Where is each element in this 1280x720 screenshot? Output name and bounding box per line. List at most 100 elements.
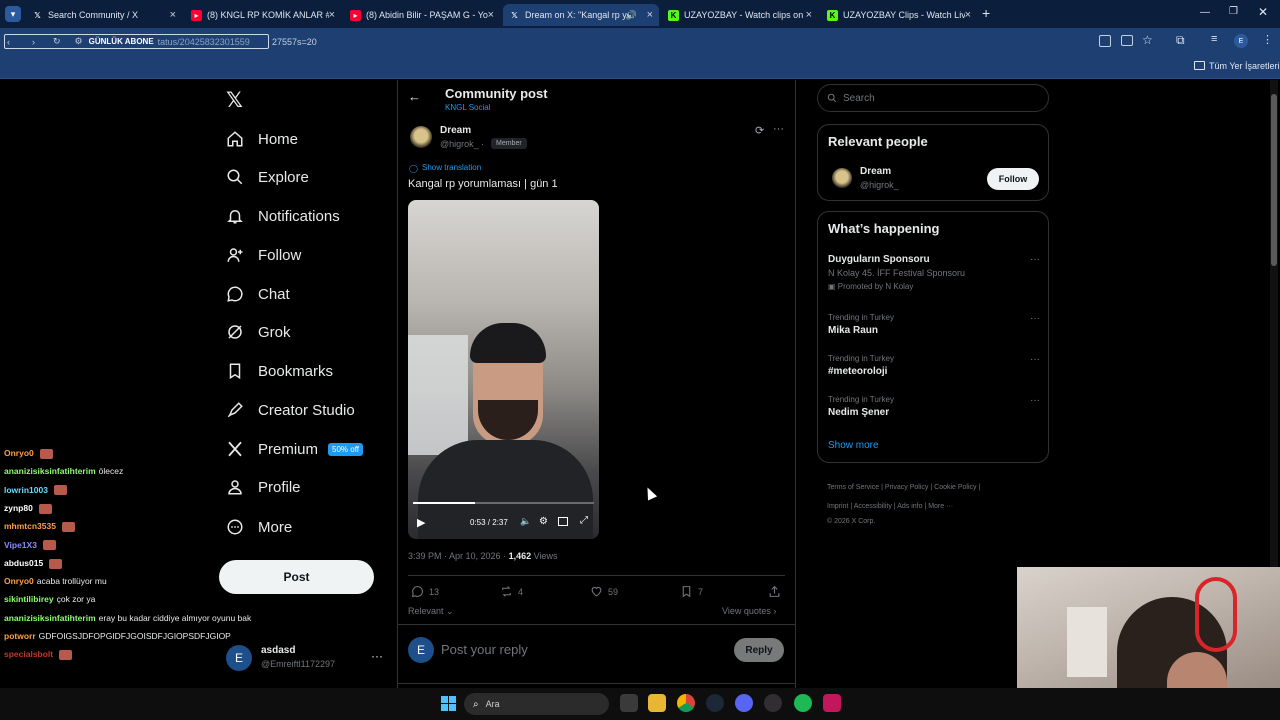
back-arrow-icon[interactable]: ← bbox=[408, 89, 421, 104]
browser-tab[interactable]: 𝕏 Search Community / X × bbox=[26, 4, 182, 26]
app-icon[interactable] bbox=[823, 694, 841, 712]
close-tab-icon[interactable]: × bbox=[806, 9, 812, 21]
post-button[interactable]: Post bbox=[219, 560, 374, 594]
view-quotes-link[interactable]: View quotes › bbox=[722, 606, 776, 616]
discord-icon[interactable] bbox=[735, 694, 753, 712]
nav-bookmarks[interactable]: Bookmarks bbox=[226, 356, 333, 386]
trend-more-icon[interactable]: ··· bbox=[1030, 395, 1040, 406]
sort-relevant-dropdown[interactable]: Relevant ⌄ bbox=[408, 606, 454, 617]
footer-link[interactable]: Terms of Service bbox=[827, 484, 879, 491]
close-tab-icon[interactable]: × bbox=[488, 9, 494, 21]
show-translation-link[interactable]: Show translation bbox=[422, 163, 481, 172]
trend-more-icon[interactable]: ··· bbox=[1030, 354, 1040, 365]
site-info-icon[interactable]: ⚙ bbox=[75, 36, 83, 47]
footer-link[interactable]: Privacy Policy bbox=[885, 484, 929, 491]
author-handle[interactable]: @higrok_ · bbox=[440, 139, 484, 149]
speaker-icon[interactable]: 🔊 bbox=[626, 10, 637, 21]
close-window-icon[interactable]: ✕ bbox=[1258, 5, 1268, 19]
steam-icon[interactable] bbox=[706, 694, 724, 712]
close-tab-icon[interactable]: × bbox=[329, 9, 335, 21]
footer-link[interactable]: Cookie Policy bbox=[934, 484, 976, 491]
author-name[interactable]: Dream bbox=[440, 125, 471, 136]
star-icon[interactable]: ☆ bbox=[1142, 33, 1153, 47]
footer-link[interactable]: More ··· bbox=[928, 503, 953, 510]
minimize-icon[interactable]: — bbox=[1200, 7, 1210, 18]
profile-avatar-icon[interactable]: E bbox=[1234, 34, 1248, 48]
reading-list-icon[interactable]: ≡ bbox=[1211, 33, 1217, 45]
obs-icon[interactable] bbox=[764, 694, 782, 712]
reply-input[interactable]: Post your reply bbox=[441, 642, 721, 657]
footer-link[interactable]: Accessibility bbox=[854, 503, 892, 510]
account-switcher[interactable]: E asdasd @Emreiftl1172297 ··· bbox=[226, 645, 386, 677]
forward-icon[interactable]: › bbox=[32, 37, 35, 47]
settings-icon[interactable]: ⚙ bbox=[539, 516, 548, 527]
author-avatar[interactable] bbox=[410, 126, 432, 148]
follow-button[interactable]: Follow bbox=[987, 168, 1039, 190]
close-tab-icon[interactable]: × bbox=[170, 9, 176, 21]
nav-profile[interactable]: Profile bbox=[226, 472, 301, 502]
close-tab-icon[interactable]: × bbox=[965, 9, 971, 21]
play-icon[interactable]: ▶ bbox=[417, 516, 425, 529]
pip-icon[interactable] bbox=[558, 517, 568, 526]
nav-creator-studio[interactable]: Creator Studio bbox=[226, 395, 355, 425]
search-box[interactable]: Search bbox=[817, 84, 1049, 112]
reply-button[interactable]: Reply bbox=[734, 638, 784, 662]
browser-menu-icon[interactable]: ⋮ bbox=[1262, 33, 1273, 46]
community-link[interactable]: KNGL Social bbox=[445, 103, 491, 112]
browser-tab[interactable]: ▸ (8) Abidin Bilir - PAŞAM G - You × bbox=[344, 4, 500, 26]
all-bookmarks-link[interactable]: Tüm Yer İşaretleri bbox=[1209, 61, 1280, 71]
scrollbar-thumb[interactable] bbox=[1271, 94, 1277, 266]
nav-more[interactable]: More bbox=[226, 512, 292, 542]
address-field[interactable]: ‹ › ↻ ⚙ GÜNLÜK ABONE tatus/2042583230155… bbox=[4, 34, 269, 49]
new-tab-button[interactable]: + bbox=[982, 5, 990, 21]
nav-premium[interactable]: Premium 50% off bbox=[226, 434, 363, 464]
account-more-icon[interactable]: ··· bbox=[371, 649, 383, 663]
repost-action[interactable]: 4 bbox=[500, 585, 523, 598]
chrome-icon[interactable] bbox=[677, 694, 695, 712]
extensions-icon[interactable]: ⧉ bbox=[1176, 33, 1185, 48]
nav-chat[interactable]: Chat bbox=[226, 279, 290, 309]
tab-list-button[interactable]: ▾ bbox=[5, 6, 21, 22]
browser-tab-active[interactable]: 𝕏 Dream on X: "Kangal rp yor 🔊 × bbox=[503, 4, 659, 26]
video-player[interactable]: ▶ 0:53 / 2:37 🔈 ⚙ ⤢ bbox=[408, 200, 599, 539]
footer-link[interactable]: Imprint bbox=[827, 503, 848, 510]
trend-item[interactable]: Duyguların Sponsoru N Kolay 45. İFF Fest… bbox=[828, 254, 1040, 291]
back-icon[interactable]: ‹ bbox=[7, 37, 10, 47]
start-icon[interactable] bbox=[441, 696, 456, 711]
taskbar-search[interactable]: ⌕ Ara bbox=[464, 693, 609, 715]
trend-item[interactable]: Trending in Turkey #meteoroloji ··· bbox=[828, 354, 1040, 377]
task-view-icon[interactable] bbox=[620, 694, 638, 712]
translate-icon[interactable] bbox=[1099, 35, 1111, 47]
nav-explore[interactable]: Explore bbox=[226, 162, 309, 192]
show-more-link[interactable]: Show more bbox=[828, 440, 879, 451]
grok-explain-icon[interactable]: ⟳ bbox=[755, 124, 764, 137]
browser-tab[interactable]: K UZAYOZBAY Clips - Watch Live × bbox=[821, 4, 977, 26]
nav-follow[interactable]: Follow bbox=[226, 240, 301, 270]
nav-notifications[interactable]: Notifications bbox=[226, 201, 340, 231]
volume-icon[interactable]: 🔈 bbox=[520, 516, 531, 527]
person-name[interactable]: Dream bbox=[860, 166, 891, 177]
share-action[interactable] bbox=[768, 585, 786, 598]
nav-grok[interactable]: Grok bbox=[226, 317, 291, 347]
reload-icon[interactable]: ↻ bbox=[53, 36, 61, 47]
trend-item[interactable]: Trending in Turkey Nedim Şener ··· bbox=[828, 395, 1040, 418]
footer-link[interactable]: Ads info bbox=[897, 503, 922, 510]
trend-more-icon[interactable]: ··· bbox=[1030, 313, 1040, 324]
reply-action[interactable]: 13 bbox=[411, 585, 439, 598]
cast-icon[interactable] bbox=[1121, 35, 1133, 46]
trend-item[interactable]: Trending in Turkey Mika Raun ··· bbox=[828, 313, 1040, 336]
maximize-icon[interactable]: ❐ bbox=[1229, 6, 1238, 17]
browser-tab[interactable]: K UZAYOZBAY - Watch clips on K × bbox=[662, 4, 818, 26]
person-avatar[interactable] bbox=[832, 168, 852, 188]
x-logo-icon[interactable]: 𝕏 bbox=[226, 88, 243, 113]
bookmark-action[interactable]: 7 bbox=[680, 585, 703, 598]
fullscreen-icon[interactable]: ⤢ bbox=[580, 515, 588, 526]
like-action[interactable]: 59 bbox=[590, 585, 618, 598]
browser-tab[interactable]: ▸ (8) KNGL RP KOMİK ANLAR #9 × bbox=[185, 4, 341, 26]
file-explorer-icon[interactable] bbox=[648, 694, 666, 712]
close-tab-icon[interactable]: × bbox=[647, 9, 653, 21]
spotify-icon[interactable] bbox=[794, 694, 812, 712]
trend-more-icon[interactable]: ··· bbox=[1030, 254, 1040, 265]
post-more-icon[interactable]: ··· bbox=[773, 123, 784, 135]
nav-home[interactable]: Home bbox=[226, 124, 298, 154]
